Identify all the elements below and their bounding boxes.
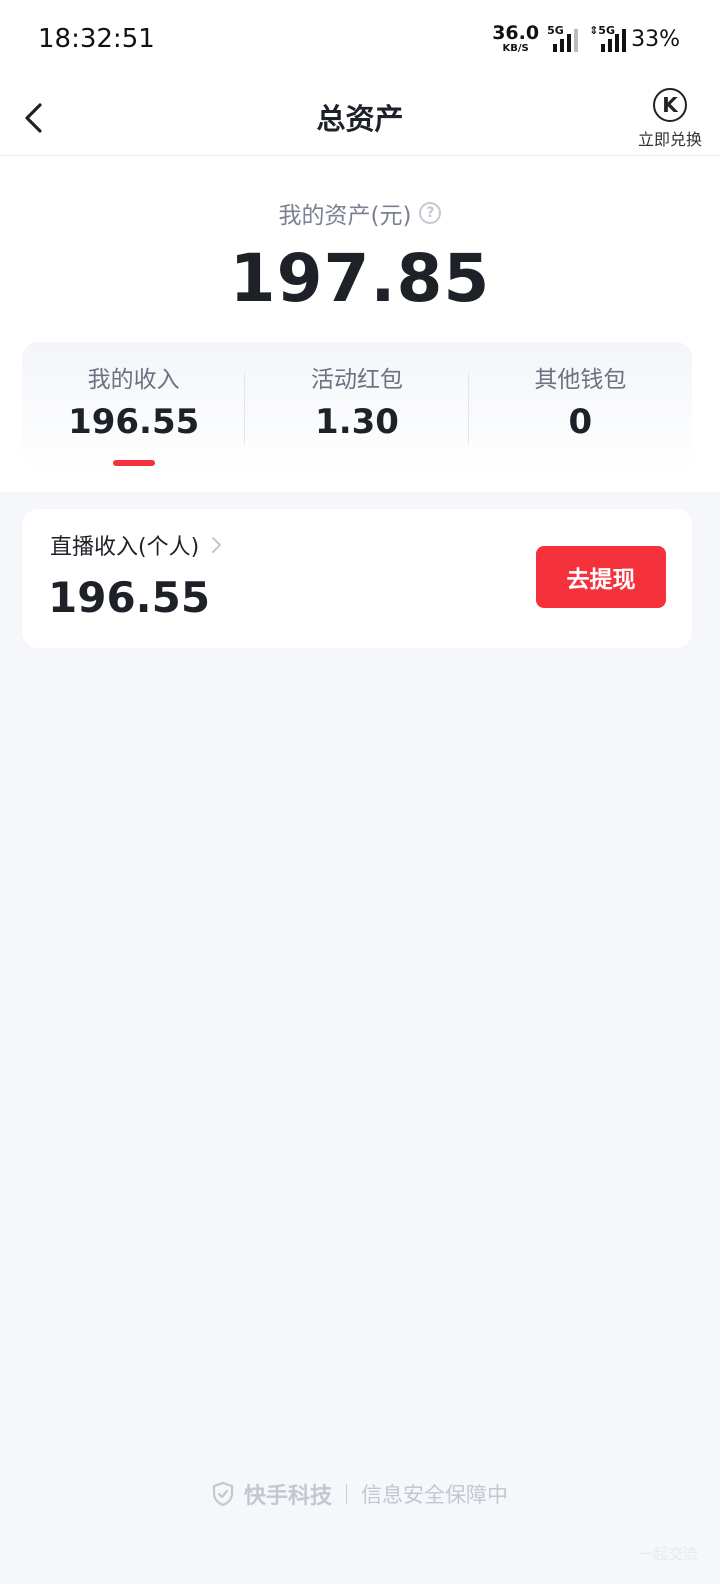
nav-bar: 总资产 K 立即兑换 xyxy=(0,80,720,156)
footer-text: 信息安全保障中 xyxy=(361,1483,508,1507)
status-indicators: 36.0 KB/S 5G ⇕5G 33% xyxy=(492,22,680,56)
tab-value: 1.30 xyxy=(315,402,399,442)
asset-label-row: 我的资产(元) ? xyxy=(0,196,720,230)
security-footer: 快手科技 信息安全保障中 xyxy=(0,1478,720,1510)
signal-icon: 5G xyxy=(547,24,581,54)
asset-label: 我的资产(元) xyxy=(278,203,412,229)
live-income-link[interactable]: 直播收入(个人) xyxy=(50,529,223,561)
battery-level: 33% xyxy=(631,26,680,52)
tab-activity-red-packet[interactable]: 活动红包 1.30 xyxy=(245,342,469,472)
asset-tabs: 我的收入 196.55 活动红包 1.30 其他钱包 0 xyxy=(22,342,692,472)
card-title: 直播收入(个人) xyxy=(50,535,200,560)
tab-label: 我的收入 xyxy=(87,367,180,393)
live-income-amount: 196.55 xyxy=(48,573,211,622)
k-coin-icon: K xyxy=(653,88,687,122)
tab-other-wallet[interactable]: 其他钱包 0 xyxy=(469,342,692,472)
page-title: 总资产 xyxy=(316,102,404,136)
status-time: 18:32:51 xyxy=(38,24,155,54)
network-speed-unit: KB/S xyxy=(502,43,529,54)
asset-total: 197.85 xyxy=(229,240,491,317)
network-speed: 36.0 KB/S xyxy=(492,24,539,54)
exchange-now-button[interactable]: K 立即兑换 xyxy=(634,88,706,150)
help-icon[interactable]: ? xyxy=(419,202,442,224)
network-speed-value: 36.0 xyxy=(492,22,540,44)
withdraw-button[interactable]: 去提现 xyxy=(536,546,666,608)
shield-icon xyxy=(212,1481,234,1507)
divider xyxy=(346,1484,347,1504)
exchange-label: 立即兑换 xyxy=(637,130,702,149)
tab-value: 0 xyxy=(568,402,593,442)
footer-brand: 快手科技 xyxy=(243,1484,332,1509)
live-income-card: 直播收入(个人) 196.55 去提现 xyxy=(22,509,692,648)
status-bar: 18:32:51 36.0 KB/S 5G ⇕5G 33% xyxy=(0,0,720,80)
watermark: 一起交流 xyxy=(637,1545,698,1563)
tab-label: 活动红包 xyxy=(310,367,403,393)
chevron-right-icon xyxy=(212,537,222,553)
tab-value: 196.55 xyxy=(68,402,200,442)
tab-my-income[interactable]: 我的收入 196.55 xyxy=(22,342,246,472)
signal-icon: ⇕5G xyxy=(589,24,627,54)
active-tab-indicator xyxy=(112,460,155,466)
tab-label: 其他钱包 xyxy=(534,367,627,393)
